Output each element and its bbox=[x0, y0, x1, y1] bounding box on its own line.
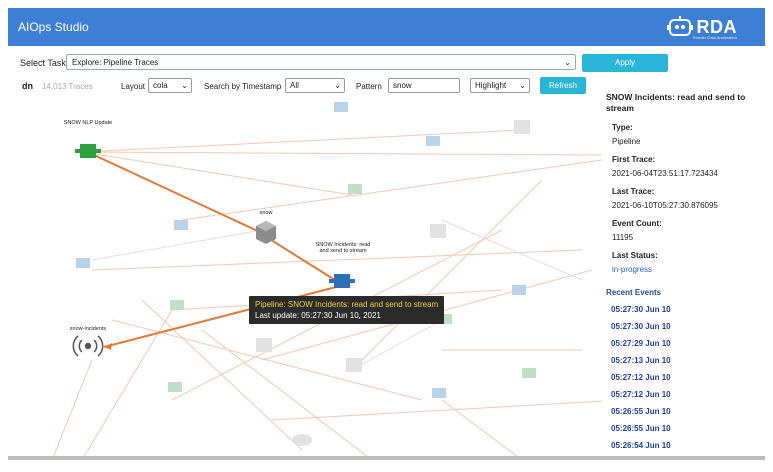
event-link[interactable]: 05:26:54 Jun 10 bbox=[611, 441, 756, 450]
event-link[interactable]: 05:27:30 Jun 10 bbox=[611, 305, 756, 314]
select-task-dropdown[interactable]: Explore: Pipeline Traces ⌄ bbox=[66, 54, 576, 70]
horizontal-scrollbar[interactable] bbox=[8, 456, 765, 460]
tooltip-last-update: Last update: 05:27:30 Jun 10, 2021 bbox=[255, 311, 381, 320]
pattern-label: Pattern bbox=[356, 82, 382, 91]
refresh-button[interactable]: Refresh bbox=[540, 77, 586, 94]
event-link[interactable]: 05:27:13 Jun 10 bbox=[611, 356, 756, 365]
select-task-label: Select Task bbox=[20, 58, 66, 68]
layout-label: Layout bbox=[121, 82, 146, 91]
last-status-value: in-progress bbox=[612, 265, 653, 274]
snow-nlp-label: SNOW NLP Update bbox=[63, 120, 113, 126]
snow-incidents-node[interactable] bbox=[72, 335, 104, 357]
event-count-value: 11195 bbox=[612, 233, 634, 242]
last-trace-label: Last Trace: bbox=[612, 187, 655, 196]
recent-events-heading: Recent Events bbox=[606, 288, 662, 297]
chevron-down-icon: ⌄ bbox=[334, 81, 341, 90]
pattern-input[interactable]: snow bbox=[388, 78, 460, 93]
title-bar: AIOps Studio RDA Robotic Data Automation bbox=[8, 8, 765, 46]
last-status-label: Last Status: bbox=[612, 251, 658, 260]
snow-incidents-stream-node[interactable] bbox=[329, 274, 355, 288]
first-trace-label: First Trace: bbox=[612, 155, 656, 164]
timestamp-select[interactable]: All ⌄ bbox=[285, 78, 345, 93]
event-link[interactable]: 05:27:12 Jun 10 bbox=[611, 390, 756, 399]
filter-row: dn 14,013 Traces Layout cola ⌄ Search by… bbox=[8, 76, 608, 96]
event-link[interactable]: 05:26:55 Jun 10 bbox=[611, 424, 756, 433]
chevron-down-icon: ⌄ bbox=[181, 81, 188, 90]
trace-count: 14,013 Traces bbox=[42, 82, 93, 91]
chevron-down-icon: ⌄ bbox=[564, 58, 571, 67]
brand-tagline: Robotic Data Automation bbox=[692, 35, 737, 40]
layout-value: cola bbox=[153, 81, 168, 90]
event-count-label: Event Count: bbox=[612, 219, 662, 228]
faint-node-group bbox=[76, 102, 526, 398]
dn-label: dn bbox=[22, 81, 33, 91]
snow-incidents-stream-label: SNOW Incidents: read and send to stream bbox=[315, 242, 371, 254]
event-link[interactable]: 05:27:12 Jun 10 bbox=[611, 373, 756, 382]
highlight-value: Highlight bbox=[475, 81, 507, 90]
pattern-value: snow bbox=[393, 81, 412, 90]
event-link[interactable]: 05:27:30 Jun 10 bbox=[611, 322, 756, 331]
app-title: AIOps Studio bbox=[18, 20, 89, 34]
edge-arrowhead bbox=[104, 343, 112, 350]
trace-graph-canvas[interactable]: SNOW NLP Update snow SNOW Incidents: rea… bbox=[22, 100, 602, 460]
apply-button[interactable]: Apply bbox=[582, 54, 668, 72]
tooltip-pipeline: Pipeline: SNOW Incidents: read and send … bbox=[255, 300, 439, 309]
search-timestamp-label: Search by Timestamp bbox=[204, 82, 282, 91]
highlight-select[interactable]: Highlight ⌄ bbox=[470, 78, 530, 93]
task-row: Select Task Explore: Pipeline Traces ⌄ A… bbox=[8, 53, 765, 73]
layout-select[interactable]: cola ⌄ bbox=[148, 78, 192, 93]
faint-gray-node-group bbox=[256, 120, 530, 446]
type-value: Pipeline bbox=[612, 137, 641, 146]
event-link[interactable]: 05:27:29 Jun 10 bbox=[611, 339, 756, 348]
brand-logo: RDA Robotic Data Automation bbox=[666, 15, 737, 40]
robot-icon bbox=[666, 16, 693, 36]
trace-graph bbox=[51, 102, 602, 460]
details-panel: SNOW Incidents: read and send to stream … bbox=[606, 92, 756, 460]
first-trace-value: 2021-06-04T23:51:17.723434 bbox=[612, 169, 718, 178]
details-title: SNOW Incidents: read and send to stream bbox=[606, 92, 746, 113]
event-link[interactable]: 05:26:55 Jun 10 bbox=[611, 407, 756, 416]
select-task-value: Explore: Pipeline Traces bbox=[72, 58, 159, 67]
app-window: AIOps Studio RDA Robotic Data Automation… bbox=[8, 8, 765, 460]
type-label: Type: bbox=[612, 123, 633, 132]
timestamp-value: All bbox=[290, 81, 299, 90]
snow-label: snow bbox=[259, 210, 273, 216]
snow-incidents-label: snow-incidents bbox=[69, 326, 107, 332]
chevron-down-icon: ⌄ bbox=[519, 81, 526, 90]
node-tooltip: Pipeline: SNOW Incidents: read and send … bbox=[249, 296, 445, 324]
last-trace-value: 2021-06-10T05:27:30.876095 bbox=[612, 201, 718, 210]
